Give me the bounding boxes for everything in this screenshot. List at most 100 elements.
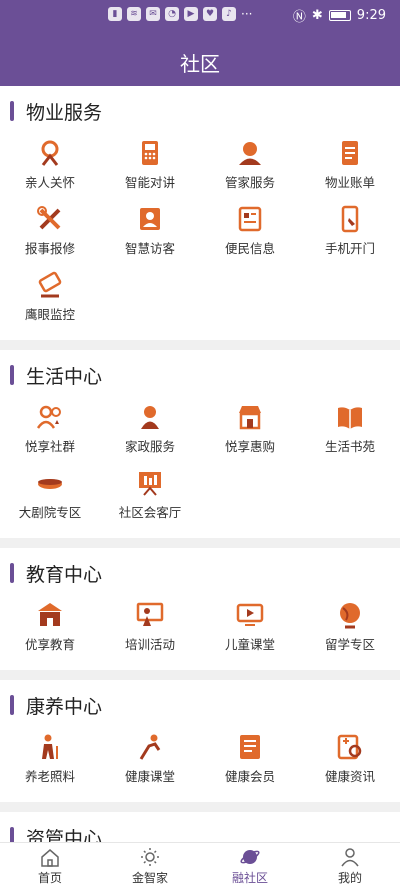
section-1: 生活中心悦享社群 家政服务 悦享惠购 生活书苑大剧院专区 社区会客厅 [0,350,400,538]
music-icon: ♪ [222,7,236,21]
service-item[interactable]: 智慧访客 [100,200,200,266]
service-item[interactable]: 管家服务 [200,134,300,200]
service-grid: 养老照料 健康课堂 健康会员 健康资讯 [0,728,400,794]
bill-icon [342,141,358,165]
service-item[interactable]: 手机开门 [300,200,400,266]
user-icon [341,847,359,866]
section-title: 教育中心 [26,563,103,586]
service-grid: 优享教育 培训活动 儿童课堂 留学专区 [0,596,400,662]
section-title: 物业服务 [26,101,103,124]
section-header: 物业服务 [0,98,400,124]
service-item-label: 留学专区 [324,637,375,652]
heart-icon: ♥ [203,7,217,21]
service-item-label: 手机开门 [324,241,375,256]
globe-icon [340,603,360,629]
service-item[interactable]: 健康资讯 [300,728,400,794]
section-header: 资管中心 [0,824,400,842]
service-item[interactable]: 留学专区 [300,596,400,662]
service-item[interactable]: 社区会客厅 [100,464,200,530]
service-item-label: 家政服务 [124,439,175,454]
repair-icon [37,206,61,230]
tab-user[interactable]: 我的 [300,843,400,888]
page-title: 社区 [180,52,220,76]
service-item[interactable]: 养老照料 [0,728,100,794]
tab-bulb[interactable]: 金智家 [100,843,200,888]
bottom-tab-bar: 首页 金智家 融社区 我的 [0,842,400,888]
bulb-icon [141,847,159,866]
section-header: 教育中心 [0,560,400,586]
main-content[interactable]: 物业服务亲人关怀 智能对讲 管家服务 物业账单报事报修 智慧访客 便民信息 手机开门鹰眼监控… [0,86,400,842]
section-3: 康养中心养老照料 健康课堂 健康会员 健康资讯 [0,680,400,802]
app-notify-icon: ◔ [165,7,179,21]
service-item-label: 健康会员 [224,769,275,784]
service-item-label: 社区会客厅 [118,505,182,520]
housekeeping-icon [141,406,159,429]
section-0: 物业服务亲人关怀 智能对讲 管家服务 物业账单报事报修 智慧访客 便民信息 手机开门鹰眼监控 [0,86,400,340]
bluetooth-icon: ✱ [311,8,323,23]
section-2: 教育中心优享教育 培训活动 儿童课堂 留学专区 [0,548,400,670]
service-item[interactable]: 家政服务 [100,398,200,464]
service-item-label: 健康课堂 [124,769,175,784]
service-grid: 亲人关怀 智能对讲 管家服务 物业账单报事报修 智慧访客 便民信息 手机开门鹰眼监控 [0,134,400,332]
tab-home[interactable]: 首页 [0,843,100,888]
video-class-icon [236,603,264,626]
service-item[interactable]: 便民信息 [200,200,300,266]
service-item[interactable]: 培训活动 [100,596,200,662]
service-item[interactable]: 优享教育 [0,596,100,662]
camera-icon [38,271,62,298]
service-item[interactable]: 健康课堂 [100,728,200,794]
info-icon [238,206,262,232]
tab-planet[interactable]: 融社区 [200,843,300,888]
section-header: 生活中心 [0,362,400,388]
service-item[interactable]: 健康会员 [200,728,300,794]
training-icon [136,602,164,626]
status-right: Ⓝ ✱ 9:29 [293,6,386,25]
elderly-icon [42,734,58,759]
section-accent-bar [10,695,14,715]
phone-door-icon [341,205,359,233]
status-icons: ▮ ≋ ✉ ◔ ▶ ♥ ♪ ··· [108,7,252,21]
service-item[interactable]: 悦享社群 [0,398,100,464]
service-item-label: 物业账单 [324,175,375,190]
service-item-label: 儿童课堂 [224,637,275,652]
service-item[interactable]: 报事报修 [0,200,100,266]
service-item[interactable]: 悦享惠购 [200,398,300,464]
tab-label: 融社区 [231,870,268,885]
service-item[interactable]: 大剧院专区 [0,464,100,530]
service-item-label: 管家服务 [224,175,275,190]
community-icon [36,405,61,429]
status-bar: ▮ ≋ ✉ ◔ ▶ ♥ ♪ ··· Ⓝ ✱ 9:29 [0,0,400,28]
service-item[interactable]: 智能对讲 [100,134,200,200]
service-item-label: 培训活动 [124,637,175,652]
shop-icon [239,406,261,430]
service-item[interactable]: 生活书苑 [300,398,400,464]
service-item[interactable]: 儿童课堂 [200,596,300,662]
service-item-label: 悦享惠购 [224,439,275,454]
nfc-icon: Ⓝ [292,10,306,25]
health-news-icon [337,734,362,760]
service-item[interactable]: 鹰眼监控 [0,266,100,332]
battery-icon [328,10,351,21]
service-item-label: 悦享社群 [24,439,75,454]
home-icon [41,848,59,867]
planet-icon [240,849,260,864]
exercise-icon [139,734,161,760]
app-header: ▮ ≋ ✉ ◔ ▶ ♥ ♪ ··· Ⓝ ✱ 9:29 社区 [0,0,400,86]
section-accent-bar [10,365,14,385]
tab-label: 首页 [37,870,62,885]
service-item-label: 智能对讲 [124,175,175,190]
service-item[interactable]: 亲人关怀 [0,134,100,200]
section-accent-bar [10,101,14,121]
service-item-label: 智慧访客 [124,241,175,256]
service-item-label: 养老照料 [24,769,75,784]
section-4: 资管中心 [0,812,400,842]
service-item[interactable]: 物业账单 [300,134,400,200]
play-icon: ▶ [184,7,198,21]
visitor-icon [140,208,160,230]
theater-icon [38,479,62,489]
section-accent-bar [10,563,14,583]
section-header: 康养中心 [0,692,400,718]
service-item-label: 便民信息 [224,241,275,256]
section-accent-bar [10,827,14,842]
service-item-label: 优享教育 [24,637,75,652]
